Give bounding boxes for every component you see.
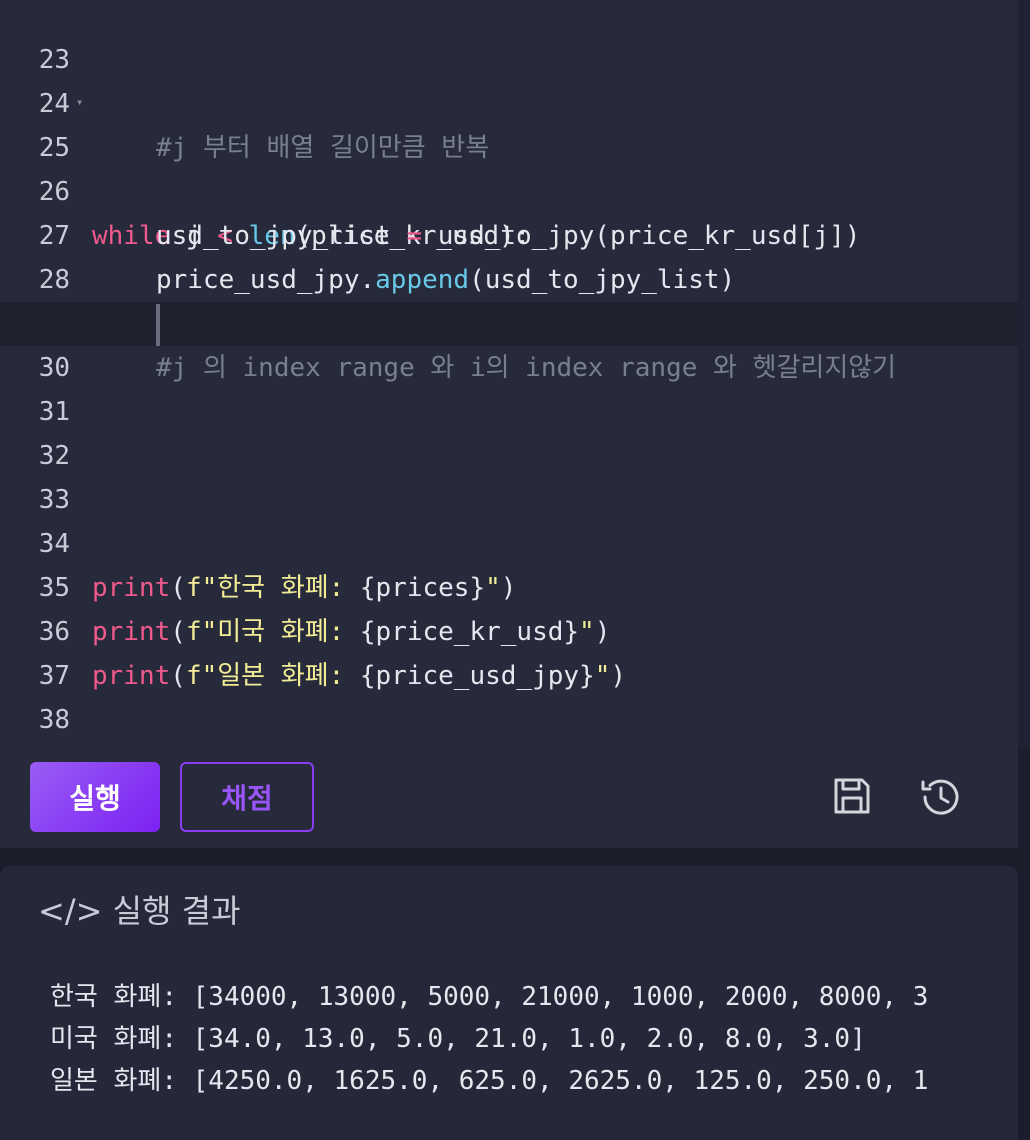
fold-arrow-icon[interactable]: ▾	[76, 82, 83, 122]
code-editor[interactable]: 23 24 #j 부터 배열 길이만큼 반복 25 ▾ while j < le…	[0, 0, 1018, 748]
code-line[interactable]: 23	[0, 0, 1018, 75]
code-line[interactable]: 25 ▾ while j < len(price_kr_usd):	[0, 82, 1018, 251]
code-line-active[interactable]: 30	[0, 302, 1018, 383]
editor-scrollbar[interactable]	[1018, 0, 1030, 748]
code-line[interactable]: 29 #j 의 index range 와 i의 index range 와 헷…	[0, 258, 1018, 383]
code-line[interactable]: 38	[0, 654, 1018, 735]
code-line[interactable]: 26 usd_to_jpy_list = usd_to_jpy(price_kr…	[0, 126, 1018, 251]
grade-button[interactable]: 채점	[180, 762, 314, 832]
code-line[interactable]: 34 print(f"한국 화폐: {prices}")	[0, 478, 1018, 603]
code-line[interactable]: 36 print(f"일본 화폐: {price_usd_jpy}")	[0, 566, 1018, 691]
code-line[interactable]: 33	[0, 434, 1018, 515]
code-line[interactable]: 35 print(f"미국 화폐: {price_kr_usd}")	[0, 522, 1018, 647]
result-panel: </> 실행 결과 한국 화폐: [34000, 13000, 5000, 21…	[0, 866, 1018, 1140]
text-cursor	[156, 304, 160, 346]
run-button[interactable]: 실행	[30, 762, 160, 832]
editor-toolbar: 실행 채점	[0, 748, 1018, 848]
output-line: 한국 화폐: [34000, 13000, 5000, 21000, 1000,…	[50, 982, 929, 1012]
result-title: </> 실행 결과	[38, 886, 241, 932]
output-line: 일본 화폐: [4250.0, 1625.0, 625.0, 2625.0, 1…	[50, 1066, 929, 1096]
code-line[interactable]: 31	[0, 346, 1018, 427]
code-line[interactable]: 37	[0, 610, 1018, 691]
code-line[interactable]: 27 price_usd_jpy.append(usd_to_jpy_list)	[0, 170, 1018, 295]
output-line: 미국 화폐: [34.0, 13.0, 5.0, 21.0, 1.0, 2.0,…	[50, 1024, 866, 1054]
result-title-text: 실행 결과	[112, 892, 241, 930]
code-line[interactable]: 28 j += 1	[0, 214, 1018, 339]
history-icon[interactable]	[918, 774, 962, 818]
code-line[interactable]: 39	[0, 698, 1018, 742]
save-icon[interactable]	[830, 774, 874, 818]
code-brackets-icon: </>	[38, 892, 103, 930]
code-line[interactable]: 24 #j 부터 배열 길이만큼 반복	[0, 38, 1018, 163]
code-line[interactable]: 32	[0, 390, 1018, 471]
